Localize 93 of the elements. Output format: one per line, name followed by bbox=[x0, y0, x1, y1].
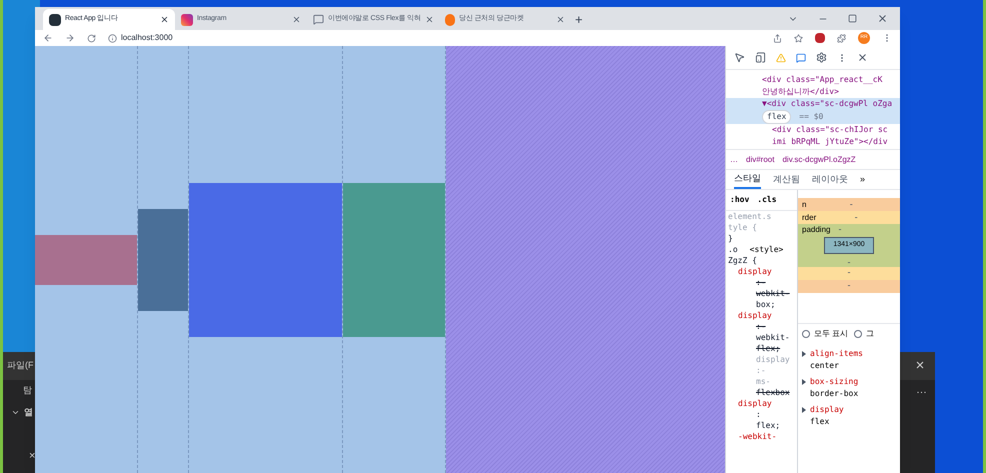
filter-toggle[interactable]: .cls bbox=[757, 194, 777, 206]
box-value: - bbox=[854, 210, 858, 224]
expand-icon[interactable] bbox=[802, 350, 806, 356]
box-value: - bbox=[838, 222, 842, 236]
code-line: ▼<div class="sc-dcgwPl oZga bbox=[762, 98, 894, 110]
carrot-icon bbox=[445, 14, 455, 26]
dom-node[interactable]: imi bRPqML jYtuZe"></div bbox=[726, 136, 900, 148]
menu-item[interactable]: 파일(F bbox=[7, 359, 34, 373]
property-value: center bbox=[810, 360, 840, 372]
forward-icon[interactable] bbox=[65, 33, 75, 43]
box-value: - bbox=[848, 266, 850, 280]
css-text: } bbox=[728, 233, 733, 244]
back-icon[interactable] bbox=[43, 33, 53, 43]
puzzle-icon[interactable] bbox=[837, 34, 846, 42]
expand-icon[interactable] bbox=[802, 378, 806, 384]
box-value: - bbox=[850, 198, 853, 211]
reload-icon[interactable] bbox=[87, 34, 96, 42]
panel-tab[interactable]: 스타일 bbox=[734, 170, 761, 189]
app-icon bbox=[49, 14, 61, 26]
checkbox[interactable] bbox=[802, 330, 810, 338]
device-icon[interactable] bbox=[755, 52, 766, 63]
property-name: align-items bbox=[810, 348, 863, 360]
url-text: localhost:3000 bbox=[121, 32, 173, 44]
box-value: - bbox=[848, 279, 850, 292]
message-icon[interactable] bbox=[796, 52, 806, 62]
panel-title: 탐 bbox=[23, 384, 32, 397]
css-text: ZgzZ { bbox=[728, 255, 757, 266]
share-icon[interactable] bbox=[773, 34, 782, 42]
close-button[interactable]: × bbox=[905, 354, 935, 378]
filter-toggle[interactable]: :hov bbox=[730, 194, 750, 206]
css-text: flexbox bbox=[756, 387, 790, 398]
css-text: ms- bbox=[756, 376, 770, 387]
checkbox-label: 그 bbox=[866, 328, 874, 340]
inspect-icon[interactable] bbox=[734, 52, 745, 63]
css-text: :- bbox=[756, 277, 766, 288]
css-text: flex; bbox=[756, 343, 780, 354]
box-label: rder bbox=[802, 212, 816, 224]
css-text: tyle { bbox=[728, 222, 757, 233]
property-value: border-box bbox=[810, 388, 858, 400]
expand-icon[interactable] bbox=[802, 406, 806, 412]
property-name: display bbox=[810, 404, 844, 416]
info-icon bbox=[108, 34, 117, 42]
camera-icon bbox=[181, 14, 193, 26]
close-button[interactable]: × bbox=[29, 448, 36, 464]
box-label: n bbox=[802, 198, 806, 210]
settings-icon[interactable] bbox=[816, 52, 827, 63]
close-icon[interactable] bbox=[160, 15, 169, 24]
checkbox[interactable] bbox=[854, 330, 862, 338]
css-text: display bbox=[738, 310, 772, 321]
breadcrumb[interactable]: div.sc-dcgwPl.oZgzZ bbox=[782, 154, 856, 166]
css-text: -webkit- bbox=[738, 431, 777, 442]
css-text: element.s bbox=[728, 211, 772, 222]
maximize-icon[interactable] bbox=[848, 14, 857, 23]
extension-icon[interactable] bbox=[815, 33, 825, 43]
dom-node[interactable]: ▼<div class="sc-dcgwPl oZga flex == $0 bbox=[726, 98, 900, 124]
property-value: flex bbox=[810, 416, 830, 428]
box-value: - bbox=[848, 256, 850, 266]
star-icon[interactable] bbox=[794, 34, 803, 42]
css-text: .o bbox=[728, 244, 738, 255]
chat-icon bbox=[313, 14, 324, 25]
css-text: display bbox=[738, 266, 772, 277]
more-button[interactable]: … bbox=[916, 382, 927, 398]
new-tab-button[interactable]: + bbox=[575, 9, 583, 30]
css-text: :- bbox=[756, 365, 766, 376]
section-title: 열 bbox=[24, 406, 33, 418]
address-bar[interactable]: localhost:3000 bbox=[108, 32, 761, 44]
css-text: display bbox=[738, 398, 772, 409]
panel-tab[interactable]: 계산됨 bbox=[773, 170, 800, 189]
css-text: webkit- bbox=[756, 288, 790, 299]
css-text: flex; bbox=[756, 420, 780, 431]
css-text: webkit- bbox=[756, 332, 790, 343]
dom-node[interactable]: 안녕하십니까</div> bbox=[726, 86, 900, 98]
css-text: box; bbox=[756, 299, 776, 310]
css-text: : bbox=[756, 409, 761, 420]
checkbox-label: 모두 표시 bbox=[814, 328, 848, 340]
close-icon[interactable] bbox=[857, 52, 868, 63]
css-text: display bbox=[756, 354, 790, 365]
code-line: <div class="App_react__cK bbox=[762, 74, 884, 86]
breadcrumb[interactable]: … bbox=[730, 154, 738, 166]
css-text: :- bbox=[756, 321, 766, 332]
panel-tab[interactable]: 레이아웃 bbox=[812, 170, 848, 189]
breadcrumb[interactable]: div#root bbox=[746, 154, 774, 166]
code-line: imi bRPqML jYtuZe"></div bbox=[772, 136, 889, 148]
css-source: <style> bbox=[750, 244, 784, 255]
box-label: padding bbox=[802, 224, 830, 236]
dom-node[interactable]: <div class="sc-chIJor sc bbox=[726, 124, 900, 136]
code-line: <div class="sc-chIJor sc bbox=[772, 124, 889, 136]
dom-node[interactable]: <div class="App_react__cK bbox=[726, 74, 900, 86]
property-name: box-sizing bbox=[810, 376, 858, 388]
code-line: 안녕하십니까</div> bbox=[762, 86, 840, 98]
flex-badge[interactable]: flex bbox=[762, 110, 792, 124]
node-reference: == $0 bbox=[799, 111, 824, 123]
more-tabs[interactable]: » bbox=[860, 172, 866, 186]
